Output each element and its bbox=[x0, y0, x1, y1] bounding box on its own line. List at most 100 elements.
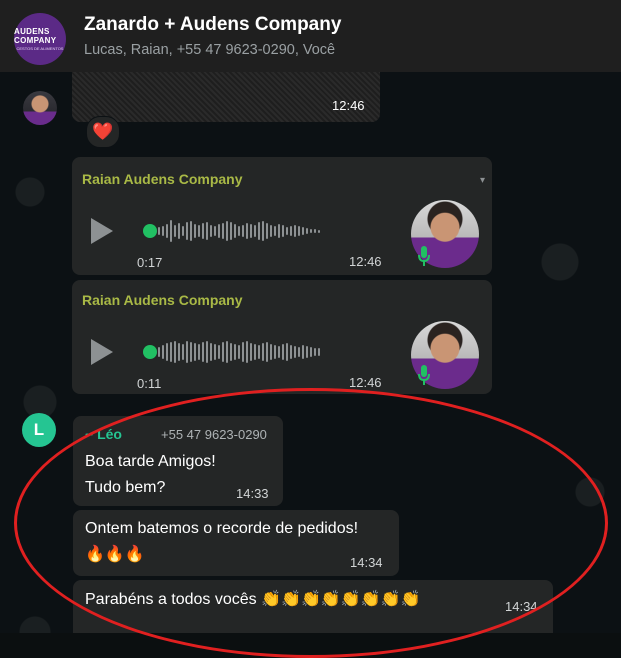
waveform-bar bbox=[246, 223, 248, 239]
waveform-bar bbox=[186, 341, 188, 363]
waveform-bar bbox=[258, 345, 260, 359]
message-text: Boa tarde Amigos! Tudo bem? bbox=[85, 449, 216, 500]
waveform-bar bbox=[294, 346, 296, 358]
waveform-bar bbox=[206, 222, 208, 240]
waveform-bar bbox=[266, 342, 268, 362]
waveform-bar bbox=[262, 343, 264, 361]
group-avatar[interactable]: AUDENS COMPANY CESTOS DE ALIMENTOS bbox=[14, 13, 66, 65]
waveform-bar bbox=[246, 341, 248, 363]
voice-message: Raian Audens Company ▾ 0:17 12:46 bbox=[72, 157, 492, 275]
playback-dot[interactable] bbox=[143, 345, 157, 359]
waveform-bar bbox=[202, 223, 204, 239]
waveform-bar bbox=[298, 347, 300, 357]
sender-avatar-leo[interactable]: L bbox=[22, 413, 56, 447]
logo-subtext: CESTOS DE ALIMENTOS bbox=[16, 46, 64, 51]
waveform-bar bbox=[282, 344, 284, 360]
voice-duration: 0:11 bbox=[137, 376, 162, 391]
sender-avatar[interactable] bbox=[23, 91, 57, 125]
play-icon[interactable] bbox=[91, 218, 113, 244]
waveform-bar bbox=[310, 347, 312, 357]
waveform[interactable] bbox=[158, 338, 320, 366]
sender-name[interactable]: ~ Léo bbox=[85, 426, 122, 442]
heart-icon: ❤️ bbox=[92, 122, 114, 141]
waveform-bar bbox=[250, 343, 252, 361]
voice-duration: 0:17 bbox=[137, 255, 163, 270]
waveform-bar bbox=[226, 341, 228, 363]
waveform-bar bbox=[202, 342, 204, 362]
group-members[interactable]: Lucas, Raian, +55 47 9623-0290, Você bbox=[84, 42, 335, 58]
waveform-bar bbox=[218, 224, 220, 238]
waveform-bar bbox=[178, 343, 180, 361]
sender-name[interactable]: Raian Audens Company bbox=[82, 292, 243, 308]
waveform-bar bbox=[166, 224, 168, 238]
waveform-bar bbox=[186, 222, 188, 240]
text-message: ~ Léo +55 47 9623-0290 Boa tarde Amigos!… bbox=[73, 416, 283, 506]
waveform-bar bbox=[254, 344, 256, 360]
waveform-bar bbox=[270, 225, 272, 237]
waveform-bar bbox=[214, 344, 216, 360]
mic-icon bbox=[418, 365, 430, 385]
waveform-bar bbox=[242, 342, 244, 362]
waveform-bar bbox=[262, 221, 264, 241]
waveform-bar bbox=[230, 222, 232, 240]
waveform-bar bbox=[238, 345, 240, 359]
waveform-bar bbox=[286, 227, 288, 235]
logo-text: AUDENS COMPANY bbox=[14, 27, 57, 45]
waveform-bar bbox=[170, 220, 172, 242]
waveform-bar bbox=[210, 225, 212, 237]
message-time: 14:33 bbox=[236, 486, 269, 501]
waveform-bar bbox=[182, 226, 184, 236]
chevron-down-icon[interactable]: ▾ bbox=[480, 175, 485, 186]
waveform-bar bbox=[318, 348, 320, 356]
waveform-bar bbox=[194, 343, 196, 361]
message-time: 12:46 bbox=[349, 375, 382, 390]
waveform-bar bbox=[174, 225, 176, 237]
play-icon[interactable] bbox=[91, 339, 113, 365]
waveform-bar bbox=[230, 343, 232, 361]
waveform-bar bbox=[222, 342, 224, 362]
waveform-bar bbox=[162, 226, 164, 236]
message-time: 12:46 bbox=[349, 254, 382, 269]
message-line: Boa tarde Amigos! bbox=[85, 453, 216, 470]
waveform-bar bbox=[226, 221, 228, 241]
heart-reaction[interactable]: ❤️ bbox=[86, 116, 120, 148]
waveform-bar bbox=[274, 345, 276, 359]
sender-phone[interactable]: +55 47 9623-0290 bbox=[161, 427, 267, 442]
waveform-bar bbox=[286, 343, 288, 361]
message-line: Tudo bem? bbox=[85, 478, 166, 496]
group-title[interactable]: Zanardo + Audens Company bbox=[84, 14, 341, 36]
waveform-bar bbox=[314, 229, 316, 233]
waveform-bar bbox=[158, 227, 160, 235]
waveform-bar bbox=[178, 223, 180, 239]
image-message[interactable]: 12:46 bbox=[72, 72, 380, 122]
message-text: Ontem batemos o recorde de pedidos! 🔥🔥🔥 bbox=[85, 516, 358, 567]
waveform-bar bbox=[302, 227, 304, 235]
waveform-bar bbox=[222, 223, 224, 239]
playback-dot[interactable] bbox=[143, 224, 157, 238]
waveform-bar bbox=[290, 345, 292, 359]
waveform-bar bbox=[234, 224, 236, 238]
waveform-bar bbox=[274, 226, 276, 236]
waveform-bar bbox=[254, 225, 256, 237]
waveform-bar bbox=[314, 348, 316, 356]
message-time: 14:34 bbox=[505, 599, 538, 614]
waveform-bar bbox=[234, 344, 236, 360]
message-time: 12:46 bbox=[332, 98, 365, 113]
waveform-bar bbox=[182, 344, 184, 360]
waveform-bar bbox=[158, 347, 160, 357]
waveform-bar bbox=[294, 225, 296, 237]
waveform-bar bbox=[282, 225, 284, 237]
mic-icon bbox=[418, 246, 430, 266]
waveform-bar bbox=[306, 228, 308, 234]
sender-name[interactable]: Raian Audens Company bbox=[82, 171, 243, 187]
text-message: Ontem batemos o recorde de pedidos! 🔥🔥🔥 … bbox=[73, 510, 399, 576]
waveform-bar bbox=[174, 341, 176, 363]
waveform-bar bbox=[278, 224, 280, 238]
waveform-bar bbox=[170, 342, 172, 362]
waveform-bar bbox=[206, 341, 208, 363]
waveform-bar bbox=[194, 224, 196, 238]
chat-header[interactable]: AUDENS COMPANY CESTOS DE ALIMENTOS Zanar… bbox=[0, 0, 621, 72]
waveform-bar bbox=[318, 229, 320, 233]
waveform[interactable] bbox=[158, 217, 320, 245]
waveform-bar bbox=[306, 346, 308, 358]
